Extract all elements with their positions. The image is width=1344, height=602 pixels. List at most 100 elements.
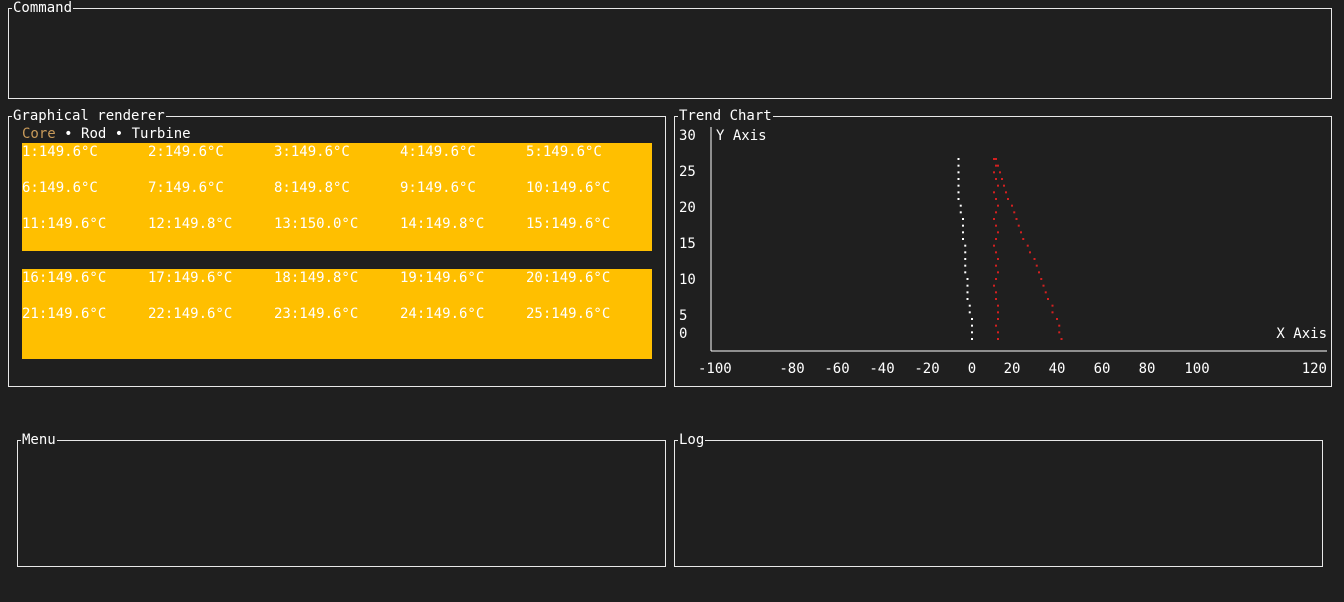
core-cell[interactable]: 17:149.6°C — [148, 270, 232, 286]
series-1-point — [995, 264, 997, 267]
x-tick-label: 80 — [1139, 361, 1156, 377]
x-tick-label: -60 — [824, 361, 849, 377]
core-cell[interactable]: 18:149.8°C — [274, 270, 358, 286]
tab-core[interactable]: Core — [22, 126, 56, 142]
menu-panel[interactable]: Menu — [17, 432, 666, 567]
core-cell[interactable]: 13:150.0°C — [274, 216, 358, 232]
series-0-point — [968, 311, 971, 314]
trend-chart: 0 5 10 15 20 25 30 -100 -80 -60 -40 -20 0 20 40 60 80 100… — [679, 127, 1327, 377]
series-1-point — [997, 338, 999, 340]
series-1-point — [997, 304, 999, 307]
tab-separator: • — [64, 126, 82, 142]
core-cell[interactable]: 20:149.6°C — [526, 270, 610, 286]
series-1-point — [1060, 338, 1063, 340]
y-tick-label: 15 — [679, 236, 696, 252]
series-1-point — [993, 158, 995, 160]
series-1-point — [997, 331, 999, 334]
series-1-point — [995, 164, 997, 167]
series-0-point — [962, 231, 964, 234]
series-1-point — [997, 231, 999, 234]
core-cell[interactable]: 4:149.6°C — [400, 144, 476, 160]
series-1-point — [997, 184, 999, 187]
core-cell[interactable]: 22:149.6°C — [148, 306, 232, 322]
x-tick-label: 20 — [1004, 361, 1021, 377]
series-1-point — [1051, 304, 1054, 307]
core-cell[interactable]: 3:149.6°C — [274, 144, 350, 160]
core-cell[interactable]: 16:149.6°C — [22, 270, 106, 286]
tab-rod[interactable]: Rod — [81, 126, 106, 142]
core-cell[interactable]: 14:149.8°C — [400, 216, 484, 232]
series-0-point — [959, 211, 962, 214]
core-cell[interactable]: 2:149.6°C — [148, 144, 224, 160]
x-tick-label: 100 — [1184, 361, 1209, 377]
series-0-point — [964, 258, 967, 260]
core-cell[interactable]: 19:149.6°C — [400, 270, 484, 286]
x-axis-label: X Axis — [1276, 326, 1327, 342]
graphical-renderer-panel: Graphical renderer Core • Rod • Turbine … — [8, 108, 666, 387]
core-cell[interactable]: 6:149.6°C — [22, 180, 98, 196]
series-1-point — [995, 324, 997, 327]
tab-turbine[interactable]: Turbine — [132, 126, 191, 142]
x-tick-label: -40 — [869, 361, 894, 377]
series-0-point — [957, 191, 960, 194]
series-1-point — [1058, 324, 1061, 327]
y-tick-label: 30 — [679, 128, 696, 144]
series-0-point — [971, 324, 973, 327]
series-1-point — [1001, 178, 1003, 180]
series-0-point — [971, 338, 973, 340]
series-0-point — [964, 251, 967, 254]
series-1-point — [1020, 231, 1022, 234]
series-1-point — [993, 244, 995, 247]
series-1-point — [993, 171, 995, 174]
series-1-point — [1047, 298, 1049, 300]
series-1-point — [1033, 258, 1036, 260]
command-panel[interactable]: Command — [8, 0, 1332, 99]
core-cell[interactable]: 9:149.6°C — [400, 180, 476, 196]
log-panel-title: Log — [678, 432, 706, 448]
series-1-point — [1007, 198, 1009, 200]
core-cell[interactable]: 23:149.6°C — [274, 306, 358, 322]
core-cell[interactable]: 25:149.6°C — [526, 306, 610, 322]
series-1-point — [993, 218, 995, 220]
x-tick-label: -20 — [914, 361, 939, 377]
core-cell[interactable]: 5:149.6°C — [526, 144, 602, 160]
series-1-point — [1011, 204, 1013, 207]
core-cell[interactable]: 11:149.6°C — [22, 216, 106, 232]
series-1-point — [1040, 278, 1043, 280]
x-tick-label: 0 — [968, 361, 976, 377]
core-cell[interactable]: 15:149.6°C — [526, 216, 610, 232]
core-cell[interactable]: 10:149.6°C — [526, 180, 610, 196]
y-tick-label: 5 — [679, 308, 687, 324]
series-1-point — [997, 311, 999, 314]
x-tick-label: -80 — [779, 361, 804, 377]
core-cell[interactable]: 12:149.8°C — [148, 216, 232, 232]
core-cell[interactable]: 1:149.6°C — [22, 144, 98, 160]
series-1-point — [1017, 224, 1020, 227]
series-1-point — [1038, 271, 1040, 274]
tab-separator: • — [114, 126, 132, 142]
core-cell[interactable]: 8:149.8°C — [274, 180, 350, 196]
series-0-point — [962, 224, 964, 227]
series-1-point — [993, 191, 995, 194]
series-1-point — [995, 251, 997, 254]
series-1-point — [995, 158, 997, 160]
core-cell[interactable]: 21:149.6°C — [22, 306, 106, 322]
y-axis-label: Y Axis — [716, 128, 767, 144]
series-1-point — [997, 271, 999, 274]
series-1-point — [1051, 311, 1054, 314]
core-cell[interactable]: 7:149.6°C — [148, 180, 224, 196]
series-1-point — [995, 211, 997, 214]
core-cell-block-2: 16:149.6°C 17:149.6°C 18:149.8°C 19:149.6°C… — [22, 269, 652, 359]
series-1-point — [1005, 191, 1007, 194]
core-cell[interactable]: 24:149.6°C — [400, 306, 484, 322]
log-panel: Log — [674, 432, 1323, 567]
series-0-point — [964, 244, 967, 247]
series-0-point — [966, 278, 969, 280]
series-1-point — [1026, 244, 1029, 247]
series-1-point — [997, 164, 999, 167]
command-panel-title: Command — [12, 0, 74, 16]
series-1-point — [1056, 318, 1058, 320]
series-1-point — [995, 178, 997, 180]
series-1-point — [997, 318, 999, 320]
series-0-point — [957, 171, 960, 174]
